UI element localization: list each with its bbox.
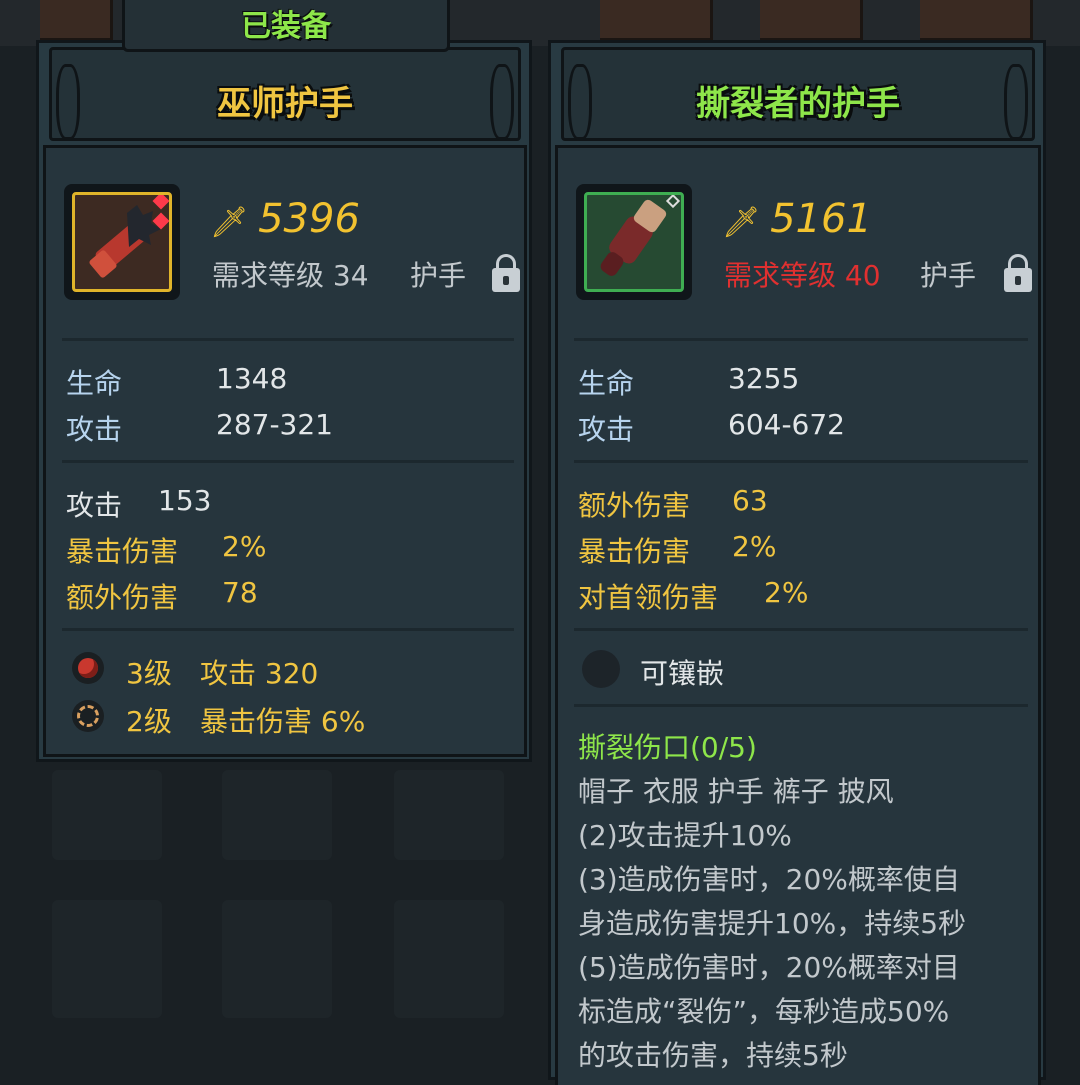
item-icon-frame[interactable] <box>64 184 180 300</box>
equipped-tab[interactable]: 已装备 <box>122 0 450 52</box>
stat-label: 生命 <box>66 367 123 400</box>
lock-icon[interactable] <box>1004 254 1032 292</box>
wood-plank <box>760 0 863 42</box>
stat-value: 604-672 <box>728 408 845 441</box>
set-bonus-line: 身造成伤害提升10%，持续5秒 <box>578 907 967 940</box>
divider <box>574 460 1028 463</box>
gem-effect: 暴击伤害 6% <box>200 705 366 738</box>
set-bonus-line: (2)攻击提升10% <box>578 819 792 852</box>
power-score: 🗡 5396 <box>210 196 360 242</box>
stat-row: 攻击 604-672 <box>578 408 845 448</box>
item-header: 撕裂者的护手 <box>561 47 1035 141</box>
inventory-slot[interactable] <box>52 770 162 860</box>
item-name: 撕裂者的护手 <box>696 84 900 124</box>
gem-row: 3级 攻击 320 <box>126 652 318 692</box>
stat-label: 额外伤害 <box>578 489 691 522</box>
extra-stat-row: 对首领伤害 2% <box>578 576 808 616</box>
combat-power-icon: 🗡 <box>210 205 249 240</box>
stat-value: 78 <box>222 576 258 609</box>
set-bonus-line: 的攻击伤害，持续5秒 <box>578 1039 848 1072</box>
item-header: 巫师护手 <box>49 47 521 141</box>
extra-stat-row: 暴击伤害 2% <box>578 530 776 570</box>
compare-item-panel: 撕裂者的护手 🗡 5161 需求等级 40 护手 生命 3255 攻击 604-… <box>548 40 1046 1085</box>
divider <box>62 460 514 463</box>
wood-plank <box>40 0 113 42</box>
amber-ring-gem-icon <box>72 700 104 732</box>
divider <box>62 628 514 631</box>
empty-socket-icon[interactable] <box>582 650 620 688</box>
power-score: 🗡 5161 <box>722 196 872 242</box>
item-icon-frame[interactable] <box>576 184 692 300</box>
stat-value: 287-321 <box>216 408 333 441</box>
set-bonus-line: 标造成“裂伤”，每秒造成50% <box>578 995 950 1028</box>
stat-value: 2% <box>764 576 809 609</box>
equipped-item-panel: 巫师护手 🗡 5396 需求等级 34 护手 生命 1348 攻击 287-32… <box>36 40 532 762</box>
stat-label: 额外伤害 <box>66 581 179 614</box>
item-slot-type: 护手 <box>410 259 467 292</box>
inventory-slot[interactable] <box>394 900 504 1018</box>
extra-stat-row: 暴击伤害 2% <box>66 530 266 570</box>
set-pieces: 帽子 衣服 护手 裤子 披风 <box>578 775 894 808</box>
gem-level: 3级 <box>126 657 172 690</box>
extra-stat-row: 攻击 153 <box>66 484 211 524</box>
stat-label: 生命 <box>578 367 635 400</box>
stat-label: 暴击伤害 <box>578 535 691 568</box>
stat-row: 生命 1348 <box>66 362 287 402</box>
item-details: 🗡 5396 需求等级 34 护手 生命 1348 攻击 287-321 攻击 1… <box>43 145 527 757</box>
divider <box>574 338 1028 341</box>
set-bonus-line: (3)造成伤害时，20%概率使自 <box>578 863 960 896</box>
corner-ornament <box>506 736 527 757</box>
red-gem-icon <box>72 652 104 684</box>
gem-row: 2级 暴击伤害 6% <box>126 700 365 740</box>
inventory-slot[interactable] <box>222 770 332 860</box>
divider <box>574 704 1028 707</box>
lock-icon[interactable] <box>492 254 520 292</box>
inventory-slot[interactable] <box>222 900 332 1018</box>
gauntlet-icon <box>584 192 684 292</box>
stat-label: 攻击 <box>66 413 123 446</box>
set-name: 撕裂伤口(0/5) <box>578 731 757 764</box>
combat-power-icon: 🗡 <box>722 205 761 240</box>
gem-effect: 攻击 320 <box>200 657 319 690</box>
item-details: 🗡 5161 需求等级 40 护手 生命 3255 攻击 604-672 额外伤害… <box>555 145 1041 1085</box>
inventory-slot[interactable] <box>394 770 504 860</box>
power-value: 5161 <box>770 196 872 242</box>
item-slot-type: 护手 <box>920 259 977 292</box>
socket-label: 可镶嵌 <box>640 657 725 690</box>
required-level: 需求等级 34 <box>212 259 369 292</box>
equipped-tab-label: 已装备 <box>241 9 331 44</box>
gem-level: 2级 <box>126 705 172 738</box>
stat-value: 2% <box>732 530 777 563</box>
power-value: 5396 <box>258 196 360 242</box>
stat-label: 攻击 <box>66 489 123 522</box>
wood-plank <box>920 0 1033 42</box>
set-bonus-line: (5)造成伤害时，20%概率对目 <box>578 951 960 984</box>
stat-value: 153 <box>158 484 212 517</box>
corner-ornament <box>43 736 64 757</box>
stat-value: 1348 <box>216 362 288 395</box>
stat-value: 2% <box>222 530 267 563</box>
extra-stat-row: 额外伤害 63 <box>578 484 768 524</box>
required-level: 需求等级 40 <box>724 259 881 292</box>
stat-row: 生命 3255 <box>578 362 799 402</box>
stat-label: 对首领伤害 <box>578 581 719 614</box>
gauntlet-icon <box>72 192 172 292</box>
stat-row: 攻击 287-321 <box>66 408 333 448</box>
item-name: 巫师护手 <box>217 84 353 124</box>
stat-label: 暴击伤害 <box>66 535 179 568</box>
inventory-slot[interactable] <box>52 900 162 1018</box>
stat-value: 63 <box>732 484 768 517</box>
divider <box>62 338 514 341</box>
stat-label: 攻击 <box>578 413 635 446</box>
stat-value: 3255 <box>728 362 800 395</box>
wood-plank <box>600 0 713 42</box>
extra-stat-row: 额外伤害 78 <box>66 576 258 616</box>
divider <box>574 628 1028 631</box>
